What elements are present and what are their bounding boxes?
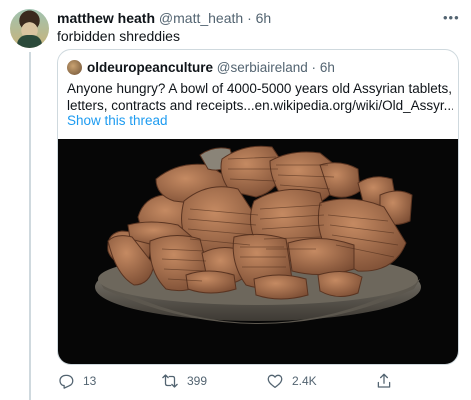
quoted-author-avatar <box>67 60 82 75</box>
tablets-bowl-illustration <box>95 145 421 324</box>
retweet-count: 399 <box>187 374 208 388</box>
more-icon[interactable]: ••• <box>443 10 460 25</box>
tweet-time[interactable]: 6h <box>256 10 272 26</box>
tweet-header: matthew heath @matt_heath · 6h <box>57 9 271 27</box>
share-button[interactable] <box>375 372 393 390</box>
quoted-tweet-time: 6h <box>319 60 335 75</box>
separator-dot: · <box>247 10 252 26</box>
reply-count: 13 <box>83 374 97 388</box>
author-handle[interactable]: @matt_heath <box>159 10 243 26</box>
retweet-button[interactable]: 399 <box>161 372 207 390</box>
like-button[interactable]: 2.4K <box>266 372 317 390</box>
quoted-media-image[interactable] <box>58 139 458 364</box>
separator-dot: · <box>311 60 317 75</box>
like-icon <box>267 374 283 389</box>
reply-icon <box>59 374 74 389</box>
tweet[interactable]: matthew heath @matt_heath · 6h ••• forbi… <box>0 0 471 400</box>
quoted-author-handle: @serbiaireland <box>216 60 308 75</box>
tweet-actions: 13 399 2.4K <box>57 372 457 392</box>
reply-button[interactable]: 13 <box>57 372 96 390</box>
tweet-text: forbidden shreddies <box>57 28 180 44</box>
quoted-author-name: oldeuropeanculture <box>87 60 214 75</box>
quoted-tweet-header: oldeuropeanculture @serbiaireland · 6h <box>87 59 335 76</box>
author-avatar[interactable] <box>10 9 49 48</box>
show-thread-link[interactable]: Show this thread <box>67 113 168 128</box>
quoted-text-line-2: letters, contracts and receipts...en.wik… <box>67 98 453 113</box>
author-name[interactable]: matthew heath <box>57 10 155 26</box>
quoted-text-line-1: Anyone hungry? A bowl of 4000-5000 years… <box>67 81 453 96</box>
quoted-tweet[interactable]: oldeuropeanculture @serbiaireland · 6h A… <box>57 49 459 365</box>
like-count: 2.4K <box>292 374 317 388</box>
quoted-tweet-text: Anyone hungry? A bowl of 4000-5000 years… <box>67 80 453 114</box>
thread-line <box>29 52 31 400</box>
retweet-icon <box>162 374 178 388</box>
share-icon <box>377 373 391 388</box>
